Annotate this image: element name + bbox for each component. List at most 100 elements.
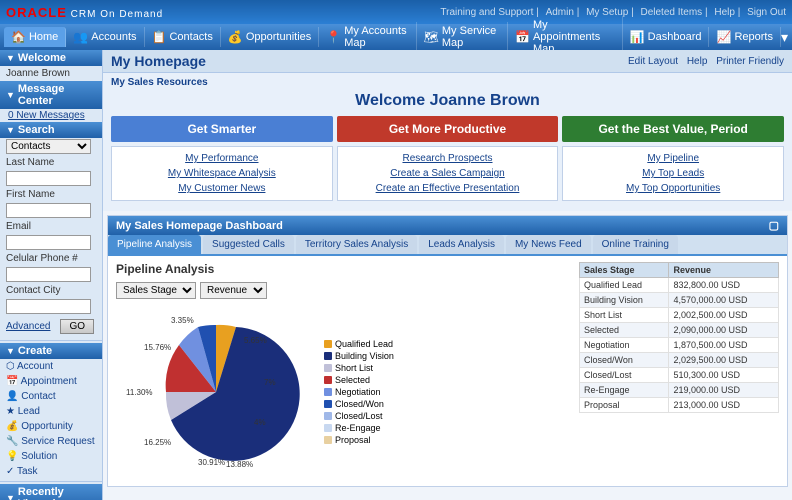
search-go-button[interactable]: GO xyxy=(60,319,94,334)
promo-header-value[interactable]: Get the Best Value, Period xyxy=(562,116,784,142)
cell-rev-3: 2,002,500.00 USD xyxy=(669,308,779,323)
nav-home[interactable]: 🏠Home xyxy=(4,27,66,47)
cell-stage-1: Qualified Lead xyxy=(580,278,669,293)
legend-short: Short List xyxy=(324,363,394,373)
cell-rev-8: 219,000.00 USD xyxy=(669,383,779,398)
signout-link[interactable]: Sign Out xyxy=(747,7,786,18)
new-messages-link[interactable]: 0 New Messages xyxy=(0,109,102,122)
cell-rev-6: 2,029,500.00 USD xyxy=(669,353,779,368)
tab-newsfeed[interactable]: My News Feed xyxy=(506,235,591,254)
email-label: Email xyxy=(0,219,102,234)
promo-link-leads[interactable]: My Top Leads xyxy=(569,166,777,181)
search-type-select[interactable]: Contacts xyxy=(6,139,91,154)
nav-opportunities[interactable]: 💰Opportunities xyxy=(221,27,319,47)
tab-suggested[interactable]: Suggested Calls xyxy=(203,235,294,254)
promo-link-performance[interactable]: My Performance xyxy=(118,151,326,166)
create-task[interactable]: ✓ Task xyxy=(0,464,102,479)
sidebar-welcome-section[interactable]: ▼ Welcome xyxy=(0,50,102,66)
pie-label-4: 13.88% xyxy=(226,460,253,469)
search-section-icon: ▼ xyxy=(6,125,15,135)
revenue-select[interactable]: Revenue xyxy=(200,282,267,299)
legend-label-closed-lost: Closed/Lost xyxy=(335,411,383,421)
nav-accounts[interactable]: 👥Accounts xyxy=(66,27,144,47)
cell-stage-7: Closed/Lost xyxy=(580,368,669,383)
nav-dashboard[interactable]: 📊Dashboard xyxy=(623,27,710,47)
nav-reports[interactable]: 📈Reports xyxy=(709,27,780,47)
promo-link-whitespace[interactable]: My Whitespace Analysis xyxy=(118,166,326,181)
pipeline-data-table: Sales Stage Revenue Qualified Lead 832,8… xyxy=(579,262,779,413)
create-opportunity[interactable]: 💰 Opportunity xyxy=(0,419,102,434)
nav-more-arrow[interactable]: ▾ xyxy=(781,29,788,46)
sidebar-search-section[interactable]: ▼ Search xyxy=(0,122,102,138)
deleted-link[interactable]: Deleted Items xyxy=(640,7,702,18)
pie-label-7: 15.76% xyxy=(144,343,171,352)
create-appointment[interactable]: 📅 Appointment xyxy=(0,374,102,389)
last-name-input[interactable] xyxy=(6,171,91,186)
create-lead[interactable]: ★ Lead xyxy=(0,404,102,419)
table-header-revenue: Revenue xyxy=(669,263,779,278)
dashboard: My Sales Homepage Dashboard ▢ Pipeline A… xyxy=(107,215,788,487)
create-contact[interactable]: 👤 Contact xyxy=(0,389,102,404)
legend-qualified: Qualified Lead xyxy=(324,339,394,349)
pie-label-8: 3.35% xyxy=(171,316,194,325)
legend-reengage: Re-Engage xyxy=(324,423,394,433)
table-row: Re-Engage 219,000.00 USD xyxy=(580,383,779,398)
create-solution[interactable]: 💡 Solution xyxy=(0,449,102,464)
tab-pipeline[interactable]: Pipeline Analysis xyxy=(108,235,201,254)
phone-input[interactable] xyxy=(6,267,91,282)
promo-body-productive: Research Prospects Create a Sales Campai… xyxy=(337,146,559,201)
promo-link-campaign[interactable]: Create a Sales Campaign xyxy=(344,166,552,181)
dashboard-collapse-icon[interactable]: ▢ xyxy=(769,219,779,232)
printer-link[interactable]: Printer Friendly xyxy=(716,56,784,67)
chart-controls: Sales Stage Revenue xyxy=(116,282,571,299)
content-header: My Homepage Edit Layout Help Printer Fri… xyxy=(103,50,792,73)
cell-stage-2: Building Vision xyxy=(580,293,669,308)
sidebar-recent-section[interactable]: ▼ Recently Viewed xyxy=(0,484,102,500)
search-label: Search xyxy=(18,124,55,136)
create-icon: ▼ xyxy=(6,346,15,356)
sidebar-message-section[interactable]: ▼ Message Center xyxy=(0,81,102,109)
welcome-label: Welcome xyxy=(18,52,66,64)
promo-header-smarter[interactable]: Get Smarter xyxy=(111,116,333,142)
message-center-label: Message Center xyxy=(18,83,96,107)
legend-closed-won: Closed/Won xyxy=(324,399,394,409)
nav-contacts[interactable]: 📋Contacts xyxy=(145,27,221,47)
promo-link-pipeline[interactable]: My Pipeline xyxy=(569,151,777,166)
help-link[interactable]: Help xyxy=(714,7,735,18)
sidebar-create-section[interactable]: ▼ Create xyxy=(0,343,102,359)
email-input[interactable] xyxy=(6,235,91,250)
help-content-link[interactable]: Help xyxy=(687,56,708,67)
content-header-links: Edit Layout Help Printer Friendly xyxy=(622,56,784,67)
advanced-link[interactable]: Advanced xyxy=(6,321,50,332)
legend-negotiation: Negotiation xyxy=(324,387,394,397)
promo-link-opportunities[interactable]: My Top Opportunities xyxy=(569,181,777,196)
nav-accounts-map[interactable]: 📍My Accounts Map xyxy=(319,22,416,52)
sidebar-divider1 xyxy=(0,340,102,341)
city-label: Contact City xyxy=(0,283,102,298)
promo-header-productive[interactable]: Get More Productive xyxy=(337,116,559,142)
tab-training[interactable]: Online Training xyxy=(593,235,678,254)
pie-label-6: 11.30% xyxy=(126,388,153,397)
table-row: Selected 2,090,000.00 USD xyxy=(580,323,779,338)
city-input[interactable] xyxy=(6,299,91,314)
promo-link-research[interactable]: Research Prospects xyxy=(344,151,552,166)
pie-label-5: 16.25% xyxy=(144,438,171,447)
legend-dot-building xyxy=(324,352,332,360)
tab-leads[interactable]: Leads Analysis xyxy=(419,235,504,254)
create-service-request[interactable]: 🔧 Service Request xyxy=(0,434,102,449)
pie-label-9: 30.91% xyxy=(198,458,225,467)
first-name-input[interactable] xyxy=(6,203,91,218)
phone-label: Celular Phone # xyxy=(0,251,102,266)
create-account[interactable]: ⬡ Account xyxy=(0,359,102,374)
legend-label-proposal: Proposal xyxy=(335,435,371,445)
tab-territory[interactable]: Territory Sales Analysis xyxy=(296,235,417,254)
legend-label-qualified: Qualified Lead xyxy=(335,339,393,349)
promo-link-news[interactable]: My Customer News xyxy=(118,181,326,196)
legend-label-selected: Selected xyxy=(335,375,370,385)
promo-link-presentation[interactable]: Create an Effective Presentation xyxy=(344,181,552,196)
edit-layout-link[interactable]: Edit Layout xyxy=(628,56,678,67)
pie-chart: 5.65% 7% 4% 13.88% 16.25% 11.30% 15.76% … xyxy=(116,305,316,480)
stage-select[interactable]: Sales Stage xyxy=(116,282,196,299)
nav-service-map[interactable]: 🗺My Service Map xyxy=(417,22,508,52)
cell-rev-2: 4,570,000.00 USD xyxy=(669,293,779,308)
